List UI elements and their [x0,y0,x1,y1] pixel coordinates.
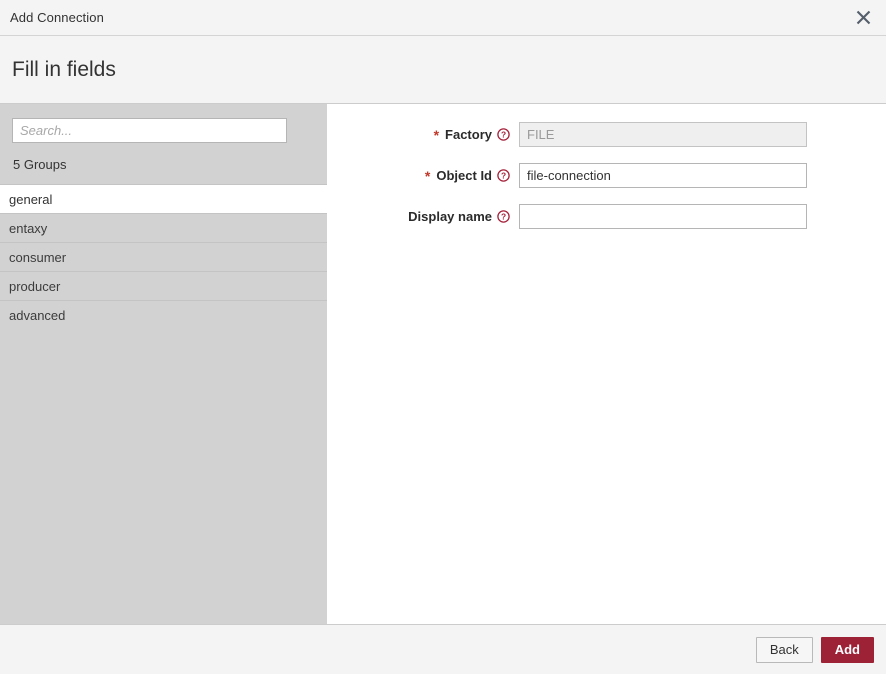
add-connection-dialog: Add Connection Fill in fields 5 Groups g… [0,0,886,674]
label-text: Display name [408,209,492,224]
add-button[interactable]: Add [820,636,874,663]
label-text: Object Id [436,168,492,183]
sidebar-item-label: entaxy [9,221,48,236]
field-factory [519,122,807,147]
sidebar-item-label: general [9,192,53,207]
svg-text:?: ? [501,171,506,181]
sidebar-item-consumer[interactable]: consumer [0,242,327,271]
label-display-name: Display name ? [327,209,519,224]
back-button[interactable]: Back [755,636,813,663]
label-object-id: * Object Id ? [327,168,519,183]
dialog-footer: Back Add [0,625,886,674]
sidebar-item-label: consumer [9,250,67,265]
groups-sidebar: 5 Groups general entaxy consumer produce… [0,104,327,624]
close-button[interactable] [850,5,876,31]
label-text: Factory [445,127,492,142]
groups-count-label: 5 Groups [0,143,327,184]
field-object-id [519,163,807,188]
required-marker: * [424,167,431,184]
svg-text:?: ? [501,212,506,222]
required-marker: * [433,126,440,143]
svg-text:?: ? [501,130,506,140]
label-factory: * Factory ? [327,127,519,142]
page-title: Fill in fields [12,57,116,81]
wizard-step-header: Fill in fields [0,36,886,104]
form-row-factory: * Factory ? [327,122,886,147]
sidebar-item-producer[interactable]: producer [0,271,327,300]
display-name-input[interactable] [519,204,807,229]
sidebar-item-entaxy[interactable]: entaxy [0,213,327,242]
help-circle-icon[interactable]: ? [497,128,510,141]
dialog-title: Add Connection [10,10,104,25]
sidebar-item-label: producer [9,279,61,294]
field-display-name [519,204,807,229]
form-panel: * Factory ? * Object Id [327,104,886,624]
form-row-object-id: * Object Id ? [327,163,886,188]
sidebar-item-label: advanced [9,308,66,323]
dialog-titlebar: Add Connection [0,0,886,36]
factory-input [519,122,807,147]
form-row-display-name: Display name ? [327,204,886,229]
close-icon [855,9,872,26]
help-circle-icon[interactable]: ? [497,169,510,182]
search-input[interactable] [12,118,287,143]
dialog-body: 5 Groups general entaxy consumer produce… [0,104,886,625]
object-id-input[interactable] [519,163,807,188]
sidebar-item-general[interactable]: general [0,184,327,213]
group-list: general entaxy consumer producer advance… [0,184,327,624]
sidebar-search-area [0,104,327,143]
sidebar-item-advanced[interactable]: advanced [0,300,327,329]
help-circle-icon[interactable]: ? [497,210,510,223]
